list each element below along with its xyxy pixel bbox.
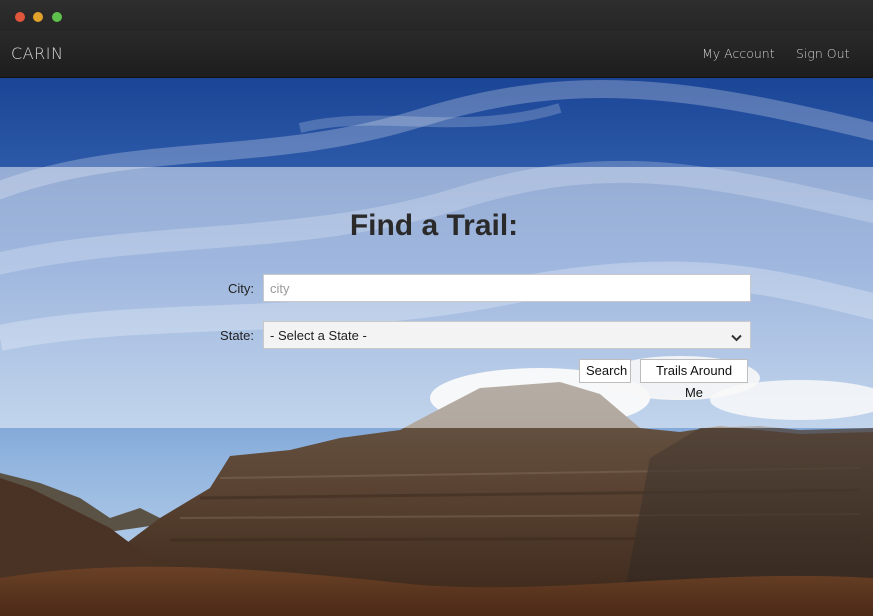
state-select-value: - Select a State - [270, 328, 367, 343]
app-window: CARIN My Account Sign Out Find a Trail: … [0, 0, 873, 616]
chevron-down-icon [731, 330, 742, 345]
brand-logo[interactable]: CARIN [11, 44, 63, 63]
state-label: State: [220, 328, 254, 343]
sign-out-link[interactable]: Sign Out [796, 46, 849, 61]
search-button[interactable]: Search [579, 359, 631, 383]
city-input[interactable] [263, 274, 751, 302]
window-minimize-button[interactable] [33, 12, 43, 22]
page-title: Find a Trail: [349, 209, 519, 242]
window-close-button[interactable] [15, 12, 25, 22]
search-panel: Find a Trail: City: State: - Select a St… [0, 167, 873, 428]
city-label: City: [228, 281, 254, 296]
window-maximize-button[interactable] [52, 12, 62, 22]
window-titlebar [0, 0, 873, 31]
trails-around-me-button[interactable]: Trails Around Me [640, 359, 748, 400]
state-select[interactable]: - Select a State - [263, 321, 751, 349]
top-navbar: CARIN My Account Sign Out [0, 31, 873, 78]
my-account-link[interactable]: My Account [702, 46, 775, 61]
